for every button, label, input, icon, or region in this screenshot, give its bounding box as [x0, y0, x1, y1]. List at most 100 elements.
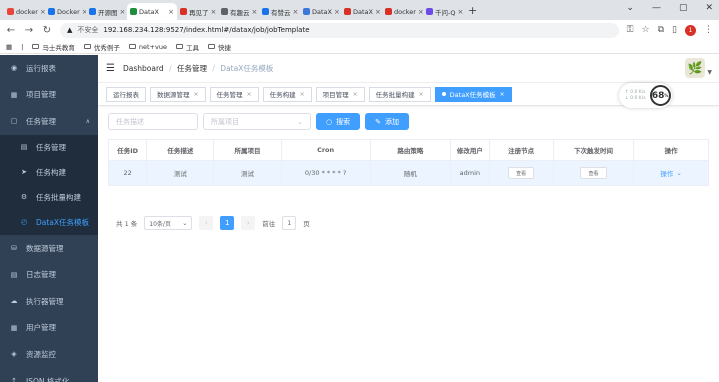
tab-close-icon[interactable]: × — [293, 8, 299, 16]
browser-tab[interactable]: DataX × — [300, 3, 341, 20]
tab-close-icon[interactable]: × — [457, 8, 463, 16]
tag-view-item[interactable]: 运行报表 — [106, 86, 146, 102]
bookmark-folder[interactable]: 优秀例子 — [83, 42, 120, 52]
browser-tab[interactable]: 千问-Q × — [423, 3, 464, 20]
back-icon[interactable]: ← — [6, 25, 16, 36]
tab-close-icon[interactable]: × — [334, 8, 340, 16]
operation-dropdown[interactable]: 操作 ⌄ — [660, 168, 681, 178]
sidebar-item[interactable]: ◉ 运行报表 — [0, 55, 98, 82]
project-select[interactable]: 所属项目 ⌄ — [203, 113, 311, 130]
add-button-label: 添加 — [384, 117, 399, 126]
tag-close-icon[interactable]: × — [247, 91, 252, 98]
sidebar-item[interactable]: ⛁ 数据源管理 — [0, 235, 98, 262]
search-button[interactable]: ○ 搜索 — [316, 113, 361, 130]
profile-avatar[interactable]: 1 — [685, 24, 696, 36]
url-field[interactable]: ▲ 不安全 192.168.234.128:9527/index.html#/d… — [60, 22, 619, 38]
folder-icon — [128, 44, 136, 49]
window-controls: ⌄ — ▢ ✕ — [626, 3, 713, 13]
bookmark-separator: | — [21, 42, 24, 51]
operation-label: 操作 — [660, 170, 674, 178]
maximize-icon[interactable]: ▢ — [679, 3, 688, 13]
tag-view-item[interactable]: 任务批量构建 × — [368, 86, 431, 102]
sidebar-item[interactable]: ◴ DataX任务模板 — [0, 209, 98, 235]
key-icon[interactable]: ⚿ — [627, 25, 634, 35]
network-speed-widget: ↑ 0.0 K/s ↓ 0.0 K/s 68% — [619, 83, 672, 108]
tab-close-icon[interactable]: × — [168, 8, 174, 16]
breadcrumb-parent[interactable]: 任务管理 — [177, 64, 207, 73]
browser-tab[interactable]: Docker × — [45, 3, 86, 20]
table-row[interactable]: 22 测试 测试 0/30 * * * * ? 随机 admin 查看 查看 操作 ⌄ — [109, 161, 709, 186]
add-button[interactable]: ✎ 添加 — [365, 113, 409, 130]
task-desc-input[interactable]: 任务描述 — [108, 113, 198, 130]
new-tab-button[interactable]: + — [468, 3, 477, 20]
bookmark-folder[interactable]: net+vue — [128, 43, 167, 51]
browser-tab[interactable]: docker × — [382, 3, 423, 20]
sidebar-item[interactable]: ▤ 日志管理 — [0, 261, 98, 288]
sidebar-item[interactable]: ➤ 任务构建 — [0, 159, 98, 185]
extensions-icon[interactable]: ⧉ — [658, 25, 664, 35]
caret-down-icon[interactable]: ▼ — [707, 69, 712, 76]
breadcrumb-home[interactable]: Dashboard — [123, 64, 164, 73]
browser-tab[interactable]: 有趣云 × — [218, 3, 259, 20]
sidebar-item-label: 任务管理 — [36, 142, 66, 152]
page-number-current[interactable]: 1 — [220, 216, 235, 230]
tab-close-icon[interactable]: × — [211, 8, 217, 16]
sidepanel-icon[interactable]: ▯ — [672, 25, 677, 35]
next-page-icon[interactable]: › — [241, 216, 256, 230]
browser-tab[interactable]: DataX × — [341, 3, 382, 20]
forward-icon[interactable]: → — [24, 25, 34, 36]
browser-tab[interactable]: 再见了 × — [177, 3, 218, 20]
tag-close-icon[interactable]: × — [353, 91, 358, 98]
tag-view-item[interactable]: 任务管理 × — [209, 86, 259, 102]
hamburger-icon[interactable]: ☰ — [106, 63, 115, 74]
sidebar-item[interactable]: ▦ 项目管理 — [0, 82, 98, 109]
star-icon[interactable]: ☆ — [642, 25, 650, 35]
security-label: 不安全 — [77, 26, 99, 34]
browser-tab[interactable]: 开源图 × — [86, 3, 127, 20]
user-avatar[interactable]: 🌿 — [685, 58, 705, 78]
browser-tab[interactable]: 有赞云 × — [259, 3, 300, 20]
tab-close-icon[interactable]: × — [252, 8, 258, 16]
tag-view-item[interactable]: 项目管理 × — [315, 86, 365, 102]
page-size-select[interactable]: 10条/页 ⌄ — [144, 216, 193, 230]
prev-page-icon[interactable]: ‹ — [199, 216, 214, 230]
bookmark-folder[interactable]: 工具 — [175, 42, 199, 52]
bookmarks-bar: ▦ | 马士兵教育 优秀例子 net+vue 工具 快捷 — [0, 40, 719, 54]
tab-title: 有趣云 — [230, 8, 250, 17]
bookmark-label: 工具 — [185, 43, 199, 52]
collapse-icon[interactable]: ⌄ — [626, 3, 634, 13]
bookmark-folder[interactable]: 快捷 — [207, 42, 231, 52]
sidebar-item[interactable]: ☁ 执行器管理 — [0, 288, 98, 315]
column-header: 所属项目 — [214, 140, 282, 161]
tab-close-icon[interactable]: × — [375, 8, 381, 16]
tag-close-icon[interactable]: × — [194, 91, 199, 98]
tag-view-item[interactable]: 任务构建 × — [262, 86, 312, 102]
menu-dots-icon[interactable]: ⋮ — [704, 25, 713, 35]
sidebar-item[interactable]: ▤ 任务管理 — [0, 134, 98, 160]
navbar: ☰ Dashboard / 任务管理 / DataX任务模板 🌿 ▼ — [98, 55, 719, 82]
tag-view-item[interactable]: 数据源管理 × — [150, 86, 206, 102]
tag-close-icon[interactable]: × — [300, 91, 305, 98]
sidebar-item[interactable]: ◈ 资源监控 — [0, 341, 98, 368]
sidebar-item-label: 执行器管理 — [26, 296, 64, 306]
minimize-icon[interactable]: — — [652, 3, 661, 13]
view-next-trigger-button[interactable]: 查看 — [580, 167, 607, 179]
tag-close-icon[interactable]: × — [500, 91, 505, 98]
browser-tab[interactable]: DataX × — [127, 3, 177, 20]
sidebar-item[interactable]: ⚙ 任务批量构建 — [0, 184, 98, 210]
close-window-icon[interactable]: ✕ — [705, 3, 713, 13]
tab-close-icon[interactable]: × — [120, 8, 126, 16]
sidebar-item-label: 任务构建 — [36, 167, 66, 177]
bookmark-folder[interactable]: 马士兵教育 — [32, 42, 75, 52]
sidebar-item[interactable]: ▢ 任务管理 ∧ — [0, 108, 98, 135]
goto-page-input[interactable]: 1 — [282, 216, 297, 230]
job-template-table: 任务ID 任务描述 所属项目 Cron 路由策略 修改用户 注册节点 下次触发时间 操作 22 测试… — [108, 139, 709, 186]
apps-grid-icon[interactable]: ▦ — [6, 43, 12, 51]
browser-tab[interactable]: docker × — [4, 3, 45, 20]
tag-close-icon[interactable]: × — [419, 91, 424, 98]
view-nodes-button[interactable]: 查看 — [508, 167, 535, 179]
sidebar-item[interactable]: ↑ JSON 格式化 — [0, 368, 98, 382]
tag-view-item[interactable]: DataX任务模板 × — [434, 86, 512, 102]
reload-icon[interactable]: ↻ — [42, 25, 52, 36]
sidebar-item[interactable]: ▦ 用户管理 — [0, 315, 98, 342]
